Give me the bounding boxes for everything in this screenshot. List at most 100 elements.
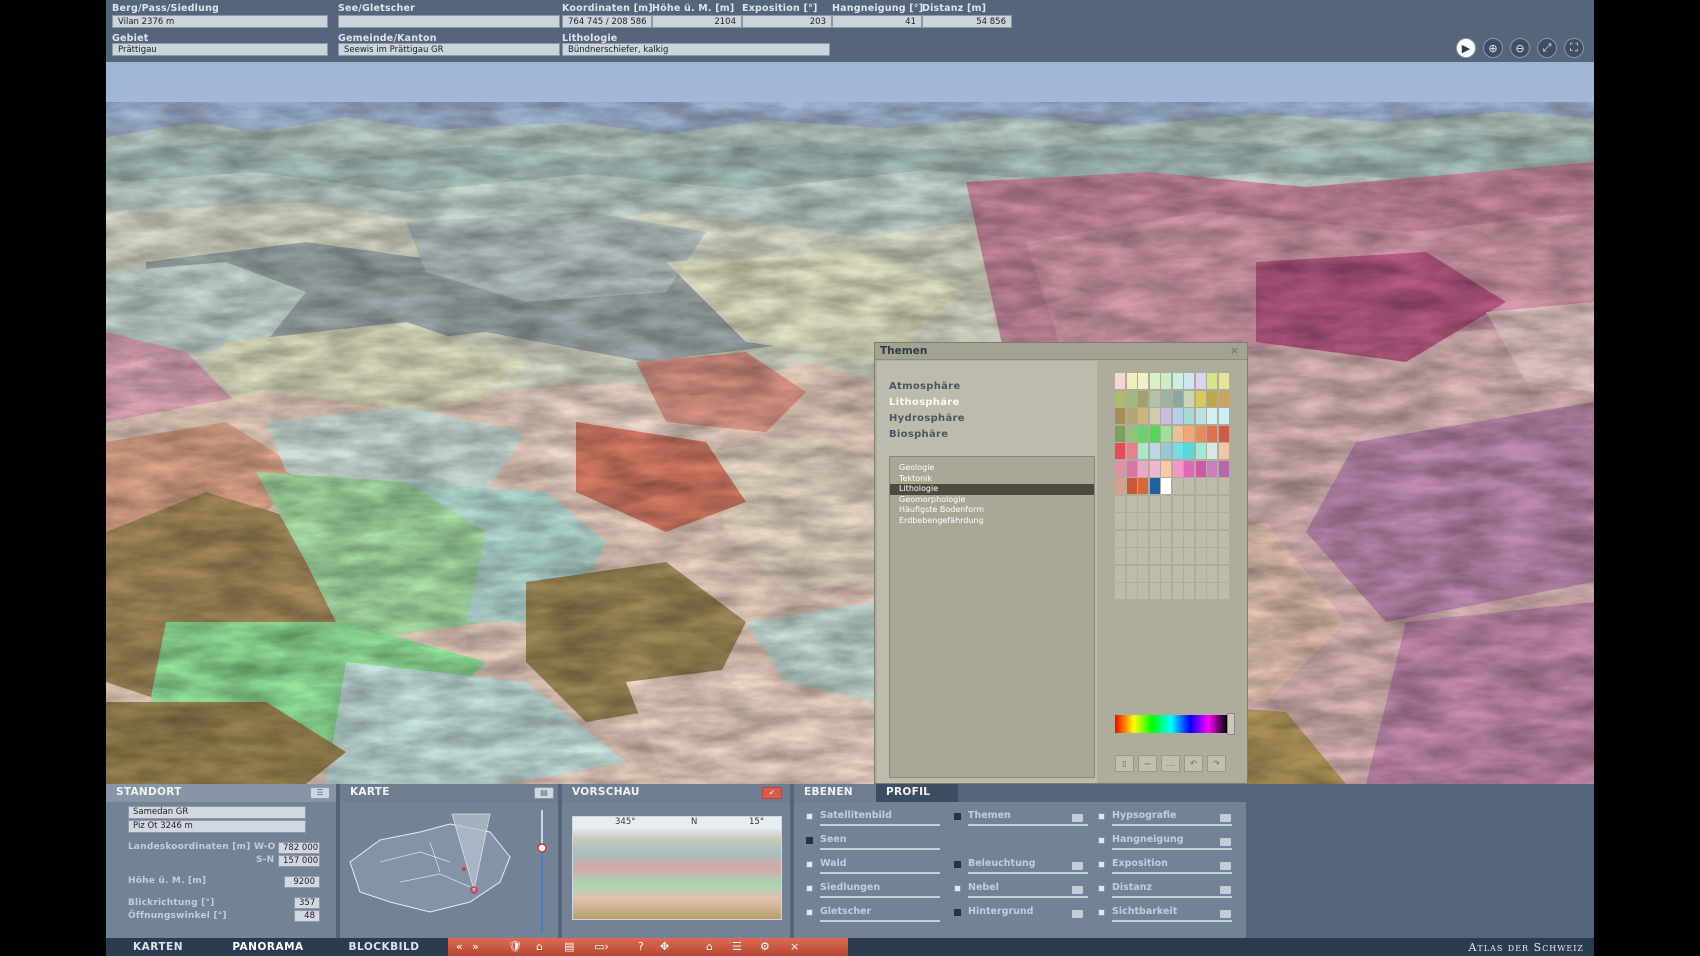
topic-item-selected[interactable]: Lithologie (890, 484, 1094, 495)
color-swatch[interactable] (1161, 548, 1171, 564)
color-swatch[interactable] (1126, 425, 1137, 442)
tab-karten[interactable]: KARTEN (106, 938, 210, 956)
color-swatch[interactable] (1126, 408, 1137, 424)
color-swatch[interactable] (1172, 495, 1183, 512)
color-swatch[interactable] (1207, 373, 1217, 389)
home-icon[interactable]: ⌂ (706, 939, 713, 955)
color-swatch[interactable] (1207, 408, 1217, 424)
list-icon[interactable]: ☰ (310, 787, 330, 799)
slider[interactable] (1112, 872, 1232, 874)
export-icon[interactable]: ▭› (594, 939, 609, 955)
checkbox[interactable] (806, 909, 813, 916)
close-icon[interactable]: × (1230, 344, 1239, 357)
checkbox[interactable] (954, 861, 961, 868)
color-swatch[interactable] (1126, 583, 1137, 599)
color-swatch[interactable] (1115, 530, 1125, 547)
color-swatch[interactable] (1195, 390, 1206, 407)
color-swatch[interactable] (1138, 425, 1148, 442)
blickrichtung-value[interactable]: 357 (294, 897, 320, 909)
color-swatch[interactable] (1195, 495, 1206, 512)
settings-icon[interactable] (1220, 886, 1231, 894)
color-swatch[interactable] (1195, 548, 1206, 564)
color-swatch[interactable] (1126, 390, 1137, 407)
color-swatch[interactable] (1195, 443, 1206, 459)
color-swatch[interactable] (1138, 565, 1148, 582)
color-swatch[interactable] (1172, 390, 1183, 407)
color-swatch[interactable] (1218, 425, 1229, 442)
color-swatch[interactable] (1138, 583, 1148, 599)
checkbox[interactable] (806, 861, 813, 868)
color-swatch[interactable] (1172, 460, 1183, 477)
slider[interactable] (1112, 848, 1232, 850)
settings-icon[interactable] (1072, 910, 1083, 918)
redo-icon[interactable]: ↷ (1207, 755, 1226, 772)
sphere-hydrosphaere[interactable]: Hydrosphäre (889, 413, 965, 424)
checkbox[interactable] (806, 885, 813, 892)
color-swatch[interactable] (1149, 478, 1160, 494)
color-swatch[interactable] (1126, 478, 1137, 494)
color-swatch[interactable] (1126, 373, 1137, 389)
play-icon[interactable]: ▶ (1456, 38, 1476, 58)
topic-item[interactable]: Geologie (894, 463, 1094, 474)
color-swatch[interactable] (1195, 460, 1206, 477)
color-swatch[interactable] (1161, 390, 1171, 407)
color-swatch[interactable] (1218, 373, 1229, 389)
color-swatch[interactable] (1218, 513, 1229, 529)
color-swatch[interactable] (1207, 460, 1217, 477)
color-swatch[interactable] (1138, 373, 1148, 389)
color-swatch[interactable] (1149, 530, 1160, 547)
color-swatch[interactable] (1149, 390, 1160, 407)
color-swatch[interactable] (1207, 530, 1217, 547)
sphere-lithosphaere[interactable]: Lithosphäre (889, 397, 960, 408)
slider[interactable] (820, 872, 940, 874)
topic-item[interactable]: Erdbebengefährdung (894, 516, 1094, 527)
color-swatch[interactable] (1115, 478, 1125, 494)
color-swatch[interactable] (1207, 583, 1217, 599)
color-swatch[interactable] (1184, 583, 1194, 599)
forward-icon[interactable]: » (472, 939, 479, 955)
slider[interactable] (1112, 896, 1232, 898)
back-icon[interactable]: « (456, 939, 463, 955)
color-swatch[interactable] (1149, 565, 1160, 582)
color-swatch[interactable] (1218, 548, 1229, 564)
color-swatch[interactable] (1195, 373, 1206, 389)
color-swatch[interactable] (1172, 425, 1183, 442)
color-swatch[interactable] (1195, 425, 1206, 442)
list-icon[interactable]: ☰ (732, 939, 742, 955)
checkbox[interactable] (954, 885, 961, 892)
color-swatch[interactable] (1172, 530, 1183, 547)
slider[interactable] (968, 872, 1088, 874)
wo-value[interactable]: 782 000 (278, 842, 320, 854)
color-swatch[interactable] (1172, 373, 1183, 389)
color-swatch[interactable] (1218, 495, 1229, 512)
color-swatch[interactable] (1207, 513, 1217, 529)
color-swatch[interactable] (1161, 513, 1171, 529)
undo-icon[interactable]: ↶ (1184, 755, 1203, 772)
fullscreen-icon[interactable]: ⛶ (1564, 38, 1584, 58)
color-swatch[interactable] (1195, 583, 1206, 599)
settings-icon[interactable] (1072, 886, 1083, 894)
color-swatch[interactable] (1218, 390, 1229, 407)
color-swatch[interactable] (1184, 390, 1194, 407)
zoom-slider-handle[interactable] (537, 843, 547, 853)
hoehe-value[interactable]: 9200 (284, 876, 320, 888)
standort-place[interactable]: Samedan GR (128, 806, 306, 819)
settings-icon[interactable]: ⚙ (760, 939, 770, 955)
color-swatch[interactable] (1207, 565, 1217, 582)
color-swatch[interactable] (1184, 425, 1194, 442)
color-swatch[interactable] (1195, 478, 1206, 494)
color-swatch[interactable] (1184, 408, 1194, 424)
color-swatch[interactable] (1138, 478, 1148, 494)
map-icon[interactable]: ▤ (534, 787, 554, 799)
color-swatch[interactable] (1195, 513, 1206, 529)
checkbox[interactable] (806, 813, 813, 820)
color-swatch[interactable] (1184, 495, 1194, 512)
tab-ebenen[interactable]: EBENEN (794, 784, 876, 802)
color-swatch[interactable] (1184, 373, 1194, 389)
check-icon[interactable]: ✓ (762, 787, 782, 799)
color-swatch[interactable] (1161, 408, 1171, 424)
topic-item[interactable]: Häufigste Bodenform (894, 505, 1094, 516)
fit-view-icon[interactable]: ⤢ (1537, 38, 1557, 58)
settings-icon[interactable] (1220, 814, 1231, 822)
color-swatch[interactable] (1126, 548, 1137, 564)
